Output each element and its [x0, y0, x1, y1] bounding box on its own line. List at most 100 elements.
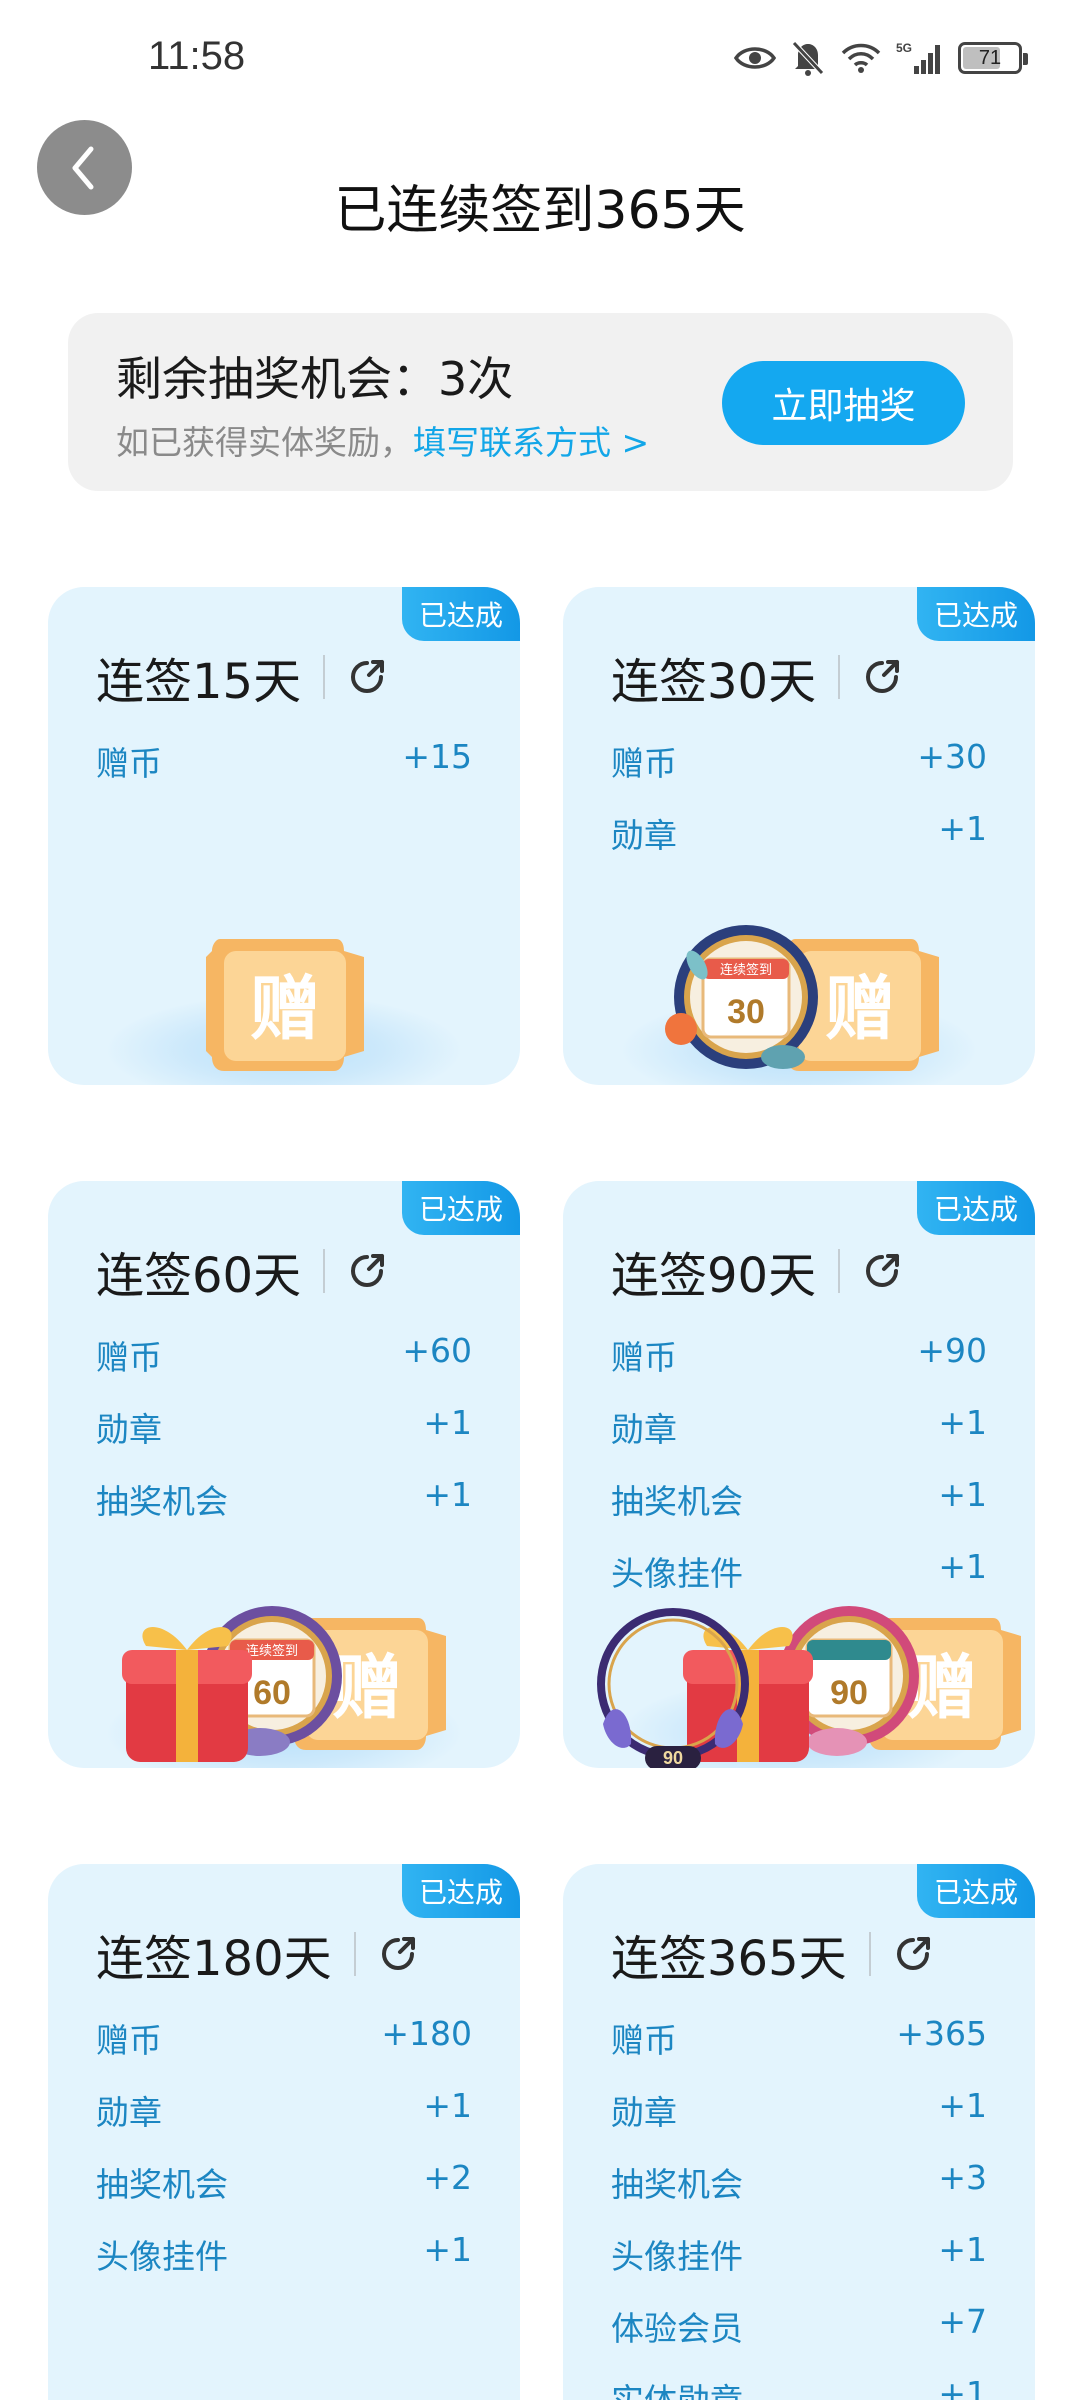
- medal-number: 90: [830, 1674, 868, 1712]
- reward-value: +1: [938, 1475, 987, 1514]
- reward-label: 体验会员: [611, 2309, 743, 2348]
- card-title: 连签60天: [96, 1248, 302, 1304]
- reward-row: 勋章 +1: [96, 2086, 472, 2158]
- fill-contact-link[interactable]: 填写联系方式 >: [413, 423, 649, 462]
- reward-value: +1: [938, 2086, 987, 2125]
- reward-value: +60: [402, 1331, 472, 1370]
- reward-list: 赠币 +365 勋章 +1 抽奖机会 +3 头像挂件 +1 体验会员 +7 实体勋章 +1: [611, 2014, 987, 2400]
- battery-icon: 71: [958, 42, 1028, 74]
- share-icon[interactable]: [345, 655, 389, 699]
- lottery-card: 剩余抽奖机会：3次 如已获得实体奖励，填写联系方式 > 立即抽奖: [68, 313, 1013, 491]
- card-header: 连签90天: [611, 1239, 904, 1304]
- status-icons: 5G 71: [734, 36, 1028, 80]
- card-title: 连签15天: [96, 654, 302, 710]
- reward-card-180[interactable]: 已达成 连签180天 赠币 +180 勋章 +1 抽奖机会 +2 头像挂件 +1: [48, 1864, 520, 2400]
- medal-caption: 连续签到: [720, 962, 772, 978]
- reward-row: 赠币 +30: [611, 737, 987, 809]
- achieved-badge: 已达成: [402, 1181, 520, 1235]
- reward-row: 抽奖机会 +1: [611, 1475, 987, 1547]
- lottery-subtitle: 如已获得实体奖励，填写联系方式 >: [116, 416, 649, 464]
- gift-ticket-icon: 赠: [206, 939, 364, 1071]
- reward-label: 抽奖机会: [96, 2165, 228, 2204]
- reward-row: 抽奖机会 +1: [96, 1475, 472, 1547]
- battery-level: 71: [978, 46, 1002, 69]
- reward-row: 抽奖机会 +3: [611, 2158, 987, 2230]
- ticket-label: 赠: [250, 967, 320, 1050]
- reward-label: 赠币: [96, 744, 162, 783]
- reward-card-365[interactable]: 已达成 连签365天 赠币 +365 勋章 +1 抽奖机会 +3 头像挂件 +1 体验会…: [563, 1864, 1035, 2400]
- reward-label: 抽奖机会: [96, 1482, 228, 1521]
- card-illustration: 赠 连续签到 30: [563, 885, 1035, 1085]
- divider: [323, 655, 326, 699]
- reward-label: 赠币: [611, 1338, 677, 1377]
- card-header: 连签180天: [96, 1922, 420, 1987]
- reward-card-90[interactable]: 已达成 连签90天 赠币 +90 勋章 +1 抽奖机会 +1 头像挂件 +1 赠 90: [563, 1181, 1035, 1768]
- divider: [868, 1932, 871, 1976]
- reward-value: +1: [423, 2086, 472, 2125]
- reward-list: 赠币 +60 勋章 +1 抽奖机会 +1: [96, 1331, 472, 1547]
- card-title: 连签365天: [611, 1931, 847, 1987]
- status-time: 11:58: [148, 34, 246, 78]
- reward-value: +7: [938, 2302, 987, 2341]
- reward-label: 勋章: [611, 816, 677, 855]
- share-icon[interactable]: [860, 1249, 904, 1293]
- reward-list: 赠币 +15: [96, 737, 472, 809]
- reward-value: +90: [917, 1331, 987, 1370]
- reward-value: +1: [938, 809, 987, 848]
- reward-row: 勋章 +1: [611, 1403, 987, 1475]
- reward-value: +30: [917, 737, 987, 776]
- wifi-icon: [841, 43, 881, 73]
- reward-label: 实体勋章: [611, 2374, 743, 2400]
- reward-label: 勋章: [611, 1410, 677, 1449]
- achieved-badge: 已达成: [917, 1181, 1035, 1235]
- reward-row: 头像挂件 +1: [96, 2230, 472, 2302]
- reward-value: +2: [423, 2158, 472, 2197]
- reward-card-15[interactable]: 已达成 连签15天 赠币 +15 赠: [48, 587, 520, 1085]
- card-header: 连签15天: [96, 645, 389, 710]
- reward-row: 体验会员 +7: [611, 2302, 987, 2374]
- eye-icon: [734, 47, 776, 69]
- reward-row: 赠币 +15: [96, 737, 472, 809]
- reward-label: 头像挂件: [611, 2237, 743, 2276]
- reward-row: 勋章 +1: [611, 809, 987, 881]
- reward-value: +3: [938, 2158, 987, 2197]
- card-illustration: 赠: [48, 885, 520, 1085]
- share-icon[interactable]: [891, 1932, 935, 1976]
- medal-number: 60: [253, 1674, 291, 1712]
- reward-label: 赠币: [96, 2021, 162, 2060]
- reward-card-30[interactable]: 已达成 连签30天 赠币 +30 勋章 +1 赠 连续签到 30: [563, 587, 1035, 1085]
- lottery-subtitle-text: 如已获得实体奖励，: [116, 423, 413, 462]
- reward-list: 赠币 +180 勋章 +1 抽奖机会 +2 头像挂件 +1: [96, 2014, 472, 2302]
- card-header: 连签60天: [96, 1239, 389, 1304]
- reward-card-60[interactable]: 已达成 连签60天 赠币 +60 勋章 +1 抽奖机会 +1 赠 连续签到 60: [48, 1181, 520, 1768]
- draw-now-button[interactable]: 立即抽奖: [722, 361, 965, 445]
- reward-row: 赠币 +365: [611, 2014, 987, 2086]
- medal-number: 30: [727, 993, 765, 1031]
- reward-row: 实体勋章 +1: [611, 2374, 987, 2400]
- ticket-label: 赠: [332, 1646, 402, 1729]
- bell-off-icon: [792, 41, 824, 76]
- reward-label: 赠币: [611, 744, 677, 783]
- reward-row: 赠币 +180: [96, 2014, 472, 2086]
- reward-row: 赠币 +60: [96, 1331, 472, 1403]
- reward-label: 头像挂件: [96, 2237, 228, 2276]
- achieved-badge: 已达成: [917, 1864, 1035, 1918]
- divider: [838, 1249, 841, 1293]
- divider: [838, 655, 841, 699]
- reward-value: +180: [381, 2014, 472, 2053]
- share-icon[interactable]: [376, 1932, 420, 1976]
- share-icon[interactable]: [345, 1249, 389, 1293]
- reward-value: +1: [423, 1403, 472, 1442]
- reward-row: 勋章 +1: [96, 1403, 472, 1475]
- status-bar: 11:58 5G 71: [0, 0, 1080, 120]
- share-icon[interactable]: [860, 655, 904, 699]
- achieved-badge: 已达成: [917, 587, 1035, 641]
- reward-value: +1: [423, 1475, 472, 1514]
- page-title: 已连续签到365天: [334, 181, 746, 241]
- reward-list: 赠币 +30 勋章 +1: [611, 737, 987, 881]
- reward-label: 抽奖机会: [611, 1482, 743, 1521]
- reward-value: +1: [938, 2374, 987, 2400]
- card-title: 连签180天: [96, 1931, 332, 1987]
- reward-row: 抽奖机会 +2: [96, 2158, 472, 2230]
- card-title: 连签30天: [611, 654, 817, 710]
